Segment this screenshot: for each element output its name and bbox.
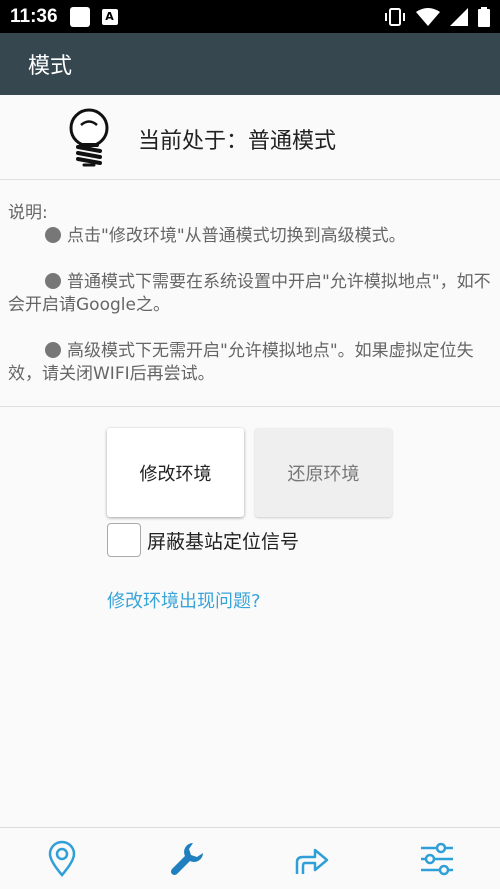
description-item: 高级模式下无需开启"允许模拟地点"。如果虚拟定位失效，请关闭WIFI后再尝试。	[8, 341, 474, 384]
status-icons	[384, 6, 490, 27]
a-badge-icon: A	[101, 8, 118, 25]
description: 说明: 点击"修改环境"从普通模式切换到高级模式。 普通模式下需要在系统设置中开…	[8, 202, 492, 386]
sliders-icon[interactable]	[418, 840, 456, 878]
vibrate-icon	[385, 7, 405, 26]
description-heading: 说明:	[8, 203, 48, 223]
location-pin-icon[interactable]	[43, 840, 81, 878]
square-notification-icon	[69, 6, 90, 27]
divider	[0, 406, 500, 407]
description-item: 普通模式下需要在系统设置中开启"允许模拟地点"，如不会开启请Google之。	[8, 272, 491, 315]
restore-environment-button[interactable]: 还原环境	[255, 428, 392, 517]
bullet-icon	[45, 273, 61, 289]
current-mode-label: 当前处于：普通模式	[138, 129, 337, 154]
status-bar: 11:36 A	[0, 0, 500, 33]
block-cell-location-label: 屏蔽基站定位信号	[147, 530, 300, 553]
mode-row: 当前处于：普通模式	[0, 95, 500, 180]
wrench-icon[interactable]	[168, 840, 206, 878]
bullet-icon	[45, 227, 61, 243]
app-bar: 模式	[0, 33, 500, 95]
bullet-icon	[45, 342, 61, 358]
signal-icon	[450, 7, 468, 26]
status-time: 11:36	[10, 5, 58, 27]
help-link[interactable]: 修改环境出现问题?	[107, 587, 261, 613]
modify-environment-button[interactable]: 修改环境	[107, 428, 244, 517]
block-cell-location-row[interactable]: 屏蔽基站定位信号	[107, 523, 299, 557]
wifi-icon	[416, 7, 440, 26]
block-cell-location-checkbox[interactable]	[107, 523, 141, 557]
lightbulb-icon	[69, 108, 109, 167]
bottom-nav	[0, 827, 500, 889]
share-arrow-icon[interactable]	[293, 840, 331, 878]
page-title: 模式	[28, 54, 73, 79]
battery-icon	[478, 6, 490, 27]
description-item: 点击"修改环境"从普通模式切换到高级模式。	[8, 225, 492, 248]
